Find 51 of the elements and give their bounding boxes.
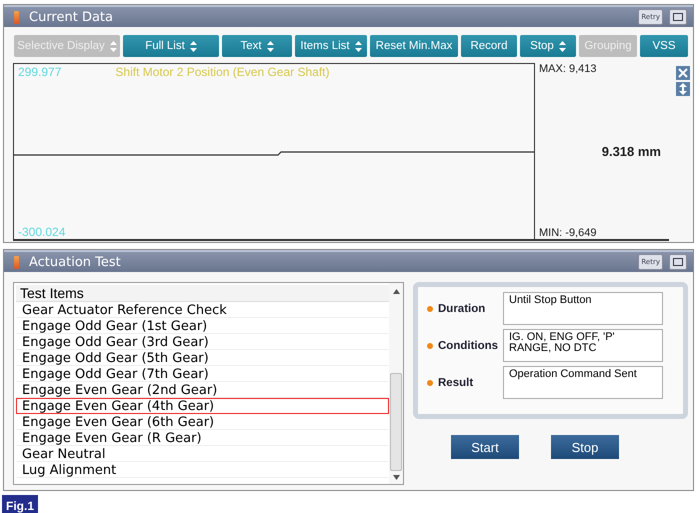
test-item[interactable]: Engage Even Gear (6th Gear) bbox=[16, 414, 389, 430]
up-down-arrows-icon bbox=[266, 40, 274, 52]
up-down-arrows-icon bbox=[354, 40, 362, 52]
toolbar-button[interactable]: Stop bbox=[520, 35, 576, 57]
info-label: Duration bbox=[438, 302, 486, 314]
test-item[interactable]: Engage Even Gear (R Gear) bbox=[16, 430, 389, 446]
test-item[interactable]: Engage Even Gear (4th Gear) bbox=[16, 398, 389, 414]
maximize-button[interactable] bbox=[669, 9, 687, 25]
test-item[interactable]: Lug Alignment bbox=[16, 462, 389, 478]
bar-icon bbox=[14, 10, 19, 24]
test-item[interactable]: Engage Even Gear (2nd Gear) bbox=[16, 382, 389, 398]
close-button[interactable] bbox=[676, 66, 690, 80]
up-down-arrows-icon bbox=[110, 40, 117, 52]
toolbar-button[interactable]: Full List bbox=[123, 35, 219, 57]
action-button[interactable]: Stop bbox=[551, 435, 619, 459]
list-header: Test Items bbox=[16, 285, 389, 302]
info-label: Result bbox=[438, 376, 474, 388]
info-value: IG. ON, ENG OFF, 'P' RANGE, NO DTC bbox=[503, 329, 663, 362]
max-reading: MAX: 9,413 bbox=[539, 63, 596, 75]
toolbar-button[interactable]: Record bbox=[461, 35, 517, 57]
bullet-icon bbox=[427, 342, 433, 348]
info-label: Conditions bbox=[438, 340, 498, 352]
test-item[interactable]: Engage Odd Gear (1st Gear) bbox=[16, 318, 389, 334]
maximize-button[interactable] bbox=[669, 254, 687, 270]
up-down-arrows-icon bbox=[190, 40, 197, 52]
bar-icon bbox=[14, 256, 19, 268]
test-item[interactable]: Engage Odd Gear (3rd Gear) bbox=[16, 334, 389, 350]
scroll-bar[interactable] bbox=[389, 283, 403, 484]
info-value: Operation Command Sent bbox=[503, 366, 663, 399]
action-button[interactable]: Start bbox=[451, 435, 519, 459]
resize-button[interactable] bbox=[676, 82, 690, 96]
axis-max-label: 299.977 bbox=[18, 65, 62, 79]
bullet-icon bbox=[427, 306, 433, 312]
panel-title: Current Data bbox=[29, 10, 113, 24]
signal-name: Shift Motor 2 Position (Even Gear Shaft) bbox=[115, 65, 330, 79]
figure-label: Fig.1 bbox=[2, 495, 38, 513]
test-item[interactable]: Engage Odd Gear (7th Gear) bbox=[16, 366, 389, 382]
current-value: 9.318 mm bbox=[602, 144, 661, 158]
panel-title: Actuation Test bbox=[29, 254, 121, 270]
test-item[interactable]: Engage Odd Gear (5th Gear) bbox=[16, 350, 389, 366]
test-item[interactable]: Gear Neutral bbox=[16, 446, 389, 462]
up-down-arrows-icon bbox=[558, 40, 566, 52]
toolbar-button[interactable]: Text bbox=[222, 35, 292, 57]
toolbar-button[interactable]: VSS bbox=[640, 35, 688, 57]
bullet-icon bbox=[427, 380, 433, 386]
info-value: Until Stop Button bbox=[503, 292, 663, 325]
toolbar-button[interactable]: Reset Min.Max bbox=[370, 35, 458, 57]
toolbar-button[interactable]: Items List bbox=[295, 35, 367, 57]
test-item[interactable]: Gear Actuator Reference Check bbox=[16, 302, 389, 318]
axis-min-label: -300.024 bbox=[18, 225, 66, 239]
min-reading: MIN: -9,649 bbox=[539, 227, 596, 239]
